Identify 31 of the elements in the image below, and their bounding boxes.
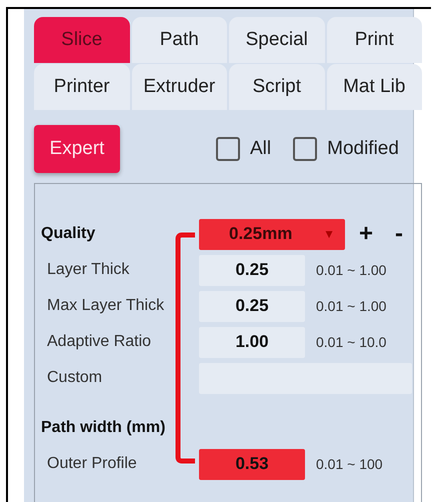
remove-button[interactable]: - [395,220,404,248]
tab[interactable]: Special [229,17,324,63]
quality-dropdown[interactable]: 0.25mm ▼ [199,218,345,250]
field-label: Custom [47,369,104,387]
checkbox-label: All [250,138,272,160]
number-field[interactable]: 0.53 [199,448,305,480]
field-label: Adaptive Ratio [47,333,152,351]
add-button[interactable]: + [359,220,374,248]
number-field[interactable]: 1.00 [199,326,305,358]
expert-button[interactable]: Expert [34,125,120,173]
number-field[interactable]: 0.25 [199,254,305,286]
number-field[interactable] [199,362,412,394]
range-text: 0.01 ~ 10.0 [316,334,386,350]
field-label: Outer Profile [47,455,138,473]
field-label: Max Layer Thick [47,297,166,315]
checkbox[interactable] [293,137,318,161]
tab[interactable]: Print [326,17,422,63]
section-heading: Path width (mm) [41,419,166,437]
field-label: Layer Thick [47,261,130,279]
section-heading: Quality [41,225,96,243]
tab[interactable]: Mat Lib [326,64,422,110]
range-text: 0.01 ~ 100 [316,456,383,472]
tab[interactable]: Path [132,17,227,63]
checkbox[interactable] [216,137,240,161]
checkbox-label: Modified [327,138,399,160]
tab[interactable]: Extruder [132,64,227,110]
range-text: 0.01 ~ 1.00 [316,298,386,314]
number-field[interactable]: 0.25 [199,290,305,322]
range-text: 0.01 ~ 1.00 [316,262,386,278]
tab[interactable]: Script [229,64,324,110]
tab[interactable]: Printer [34,64,130,110]
